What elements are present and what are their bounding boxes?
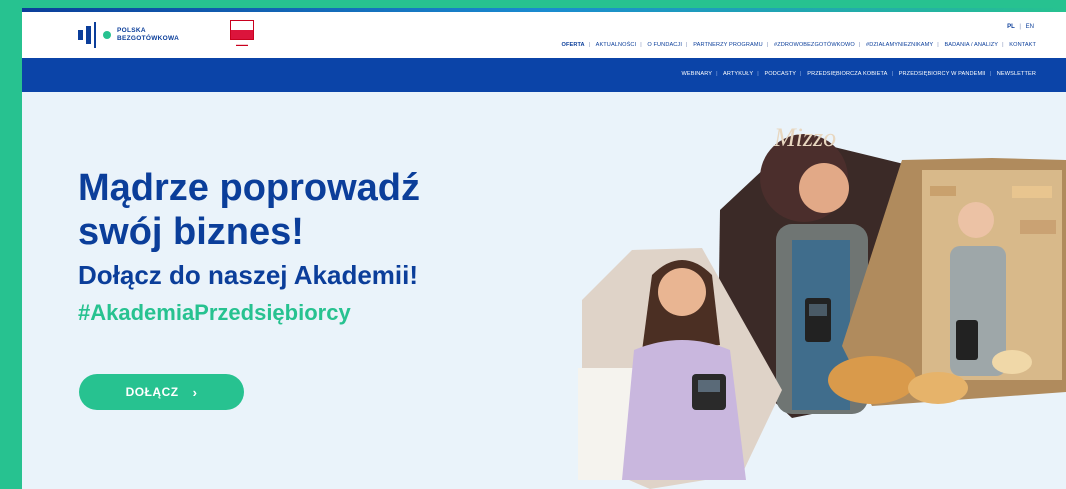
- nav-kontakt[interactable]: KONTAKT: [1009, 42, 1036, 48]
- chevron-right-icon: ›: [192, 384, 198, 400]
- main-nav: OFERTA | AKTUALNOŚCI | O FUNDACJI | PARTNER…: [561, 42, 1036, 48]
- logo-text: POLSKA BEZGOTÓWKOWA: [117, 27, 180, 42]
- subnav-artykuly[interactable]: ARTYKUŁY: [723, 71, 753, 77]
- logo[interactable]: POLSKA BEZGOTÓWKOWA: [78, 22, 179, 48]
- hero-title-line2: swój biznes!: [78, 211, 304, 253]
- lang-pl-link[interactable]: PL: [1007, 24, 1015, 30]
- subnav-przedsiebiorcza-kobieta[interactable]: PRZEDSIĘBIORCZA KOBIETA: [807, 71, 887, 77]
- nav-o-fundacji[interactable]: O FUNDACJI: [647, 42, 682, 48]
- language-switcher: PL | EN: [1007, 24, 1034, 30]
- join-button-label: DOŁĄCZ: [125, 385, 179, 399]
- nav-partnerzy-programu[interactable]: PARTNERZY PROGRAMU: [693, 42, 763, 48]
- nav-badania-analizy[interactable]: BADANIA / ANALIZY: [944, 42, 998, 48]
- subnav-webinary[interactable]: WEBINARY: [682, 71, 713, 77]
- join-button[interactable]: DOŁĄCZ ›: [79, 374, 244, 410]
- nav-oferta[interactable]: OFERTA: [562, 42, 585, 48]
- hero-hashtag: #AkademiaPrzedsiębiorcy: [78, 300, 351, 325]
- subnav-podcasty[interactable]: PODCASTY: [764, 71, 796, 77]
- page-frame: POLSKA BEZGOTÓWKOWA ▬▬▬ PL | EN OFERTA | …: [22, 8, 1066, 489]
- shop-sign-text: Mizzo: [773, 123, 836, 152]
- sub-nav: WEBINARY | ARTYKUŁY | PODCASTY | PRZEDSIĘBI…: [22, 58, 1066, 92]
- nav-dzialamyniezniikamy[interactable]: #DZIAŁAMYNIEZNIKAMY: [866, 42, 933, 48]
- site-header: POLSKA BEZGOTÓWKOWA ▬▬▬ PL | EN OFERTA | …: [22, 12, 1066, 58]
- nav-aktualnosci[interactable]: AKTUALNOŚCI: [596, 42, 637, 48]
- nav-zdrowobezgotowkowo[interactable]: #ZDROWOBEZGOTÓWKOWO: [774, 42, 855, 48]
- subnav-przedsiebiorcy-w-pandemii[interactable]: PRZEDSIĘBIORCY W PANDEMII: [899, 71, 986, 77]
- hero-photo-collage: Mizzo: [578, 123, 1066, 489]
- lang-en-link[interactable]: EN: [1026, 24, 1034, 30]
- hero-subtitle: Dołącz do naszej Akademii!: [78, 260, 419, 290]
- subnav-newsletter[interactable]: NEWSLETTER: [997, 71, 1036, 77]
- logo-dot-icon: [103, 31, 111, 39]
- polish-flag-badge: ▬▬▬: [230, 20, 254, 50]
- flag-icon: [230, 20, 254, 40]
- hero-title-line1: Mądrze poprowadź: [78, 167, 421, 209]
